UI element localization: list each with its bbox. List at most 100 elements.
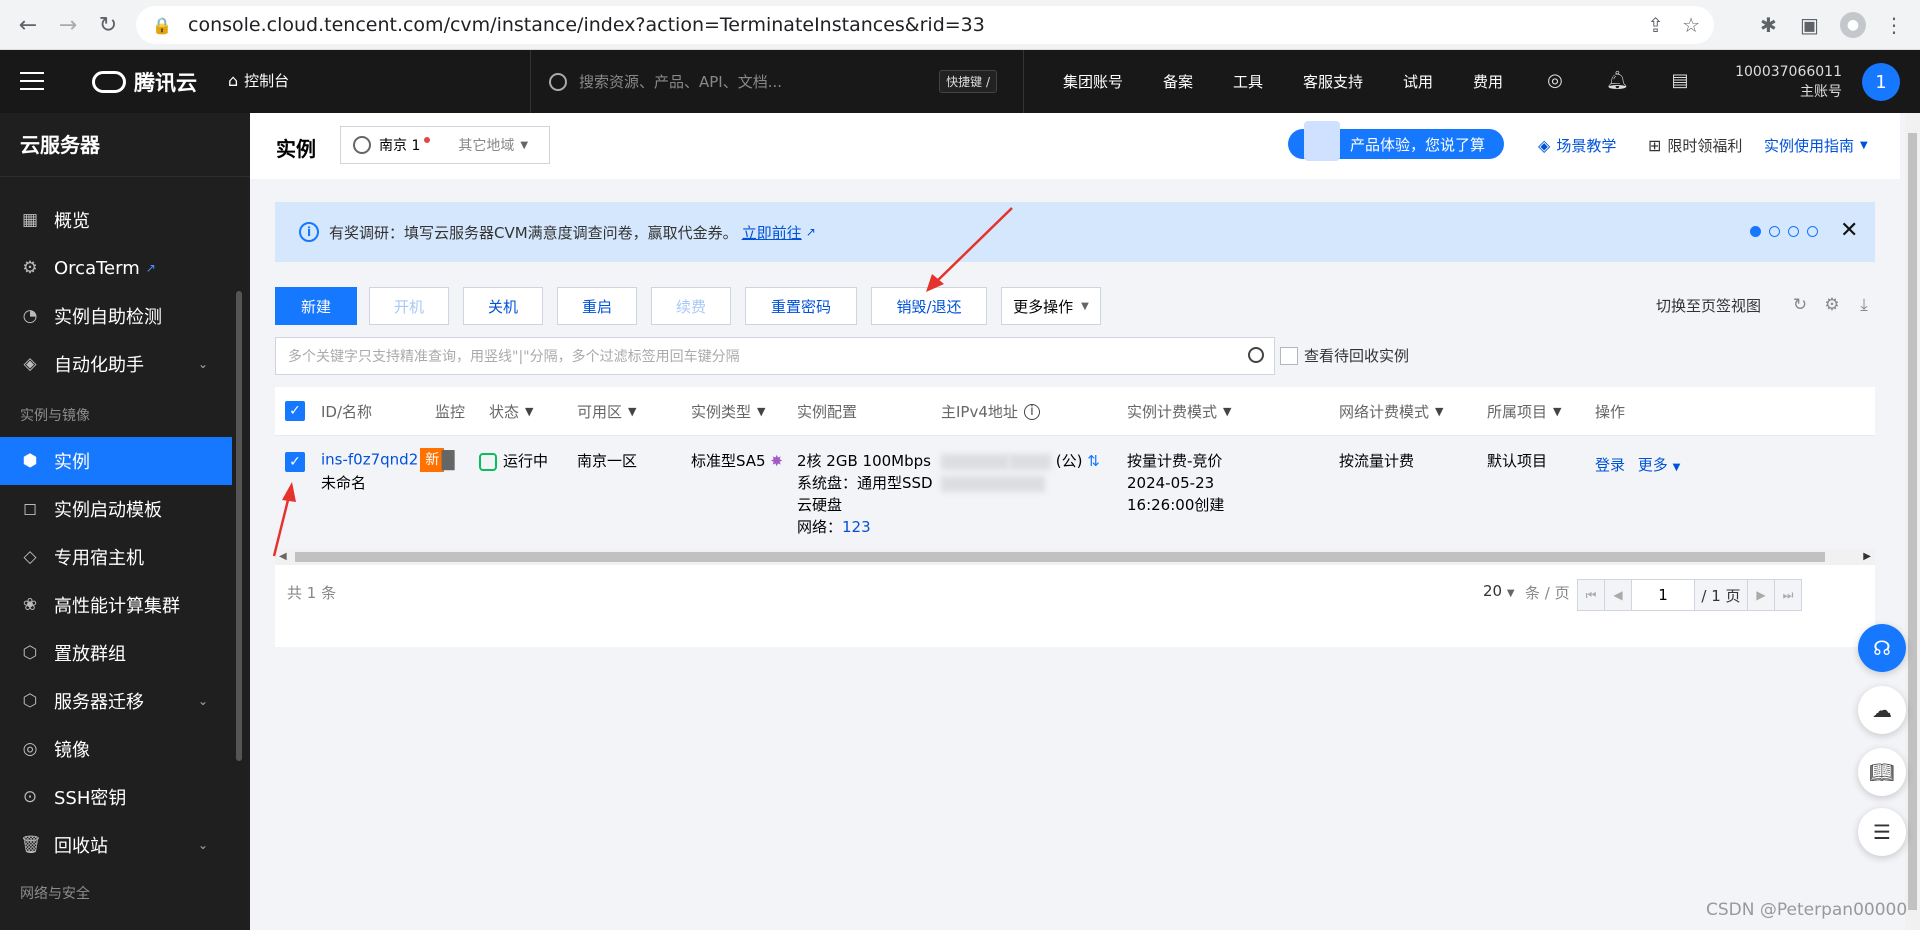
shutdown-button[interactable]: 关机 bbox=[463, 287, 543, 325]
topmenu-trial[interactable]: 试用 bbox=[1403, 50, 1433, 113]
reset-password-button[interactable]: 重置密码 bbox=[745, 287, 857, 325]
share-icon[interactable]: ⇪ bbox=[1647, 13, 1664, 37]
filter-icon[interactable]: ▼ bbox=[1435, 405, 1443, 418]
more-dropdown[interactable]: 更多 ▼ bbox=[1638, 456, 1681, 474]
next-page-icon[interactable]: ▶ bbox=[1747, 579, 1775, 611]
sidebar-item-overview[interactable]: ▦ 概览 bbox=[0, 196, 232, 244]
account-info[interactable]: 100037066011 主账号 bbox=[1718, 62, 1842, 102]
renew-button[interactable]: 续费 bbox=[651, 287, 731, 325]
topmenu-group-account[interactable]: 集团账号 bbox=[1063, 50, 1123, 113]
scroll-right-icon[interactable]: ▶ bbox=[1863, 551, 1871, 562]
column-zone[interactable]: 可用区 ▼ bbox=[577, 401, 636, 422]
sidebar-item-migration[interactable]: ⬡ 服务器迁移 ⌄ bbox=[0, 677, 232, 725]
page-scrollbar-thumb[interactable] bbox=[1908, 133, 1917, 910]
last-page-icon[interactable]: ⏭ bbox=[1774, 579, 1802, 611]
row-checkbox[interactable]: ✓ bbox=[285, 452, 305, 472]
filter-icon[interactable]: ▼ bbox=[1223, 405, 1231, 418]
extensions-icon[interactable]: ✱ bbox=[1760, 0, 1777, 50]
instance-id-link[interactable]: ins-f0z7qnd2 bbox=[321, 451, 418, 469]
page-size-select[interactable]: 20 ▼ bbox=[1483, 582, 1515, 600]
hamburger-menu-icon[interactable] bbox=[20, 72, 44, 90]
network-link[interactable]: 123 bbox=[842, 518, 871, 536]
sidebar-item-recycle-bin[interactable]: 🗑︎ 回收站 ⌄ bbox=[0, 821, 232, 869]
login-link[interactable]: 登录 bbox=[1595, 456, 1625, 474]
topmenu-tools[interactable]: 工具 bbox=[1233, 50, 1263, 113]
column-type[interactable]: 实例类型 ▼ bbox=[691, 401, 765, 422]
refresh-icon[interactable]: ↻ bbox=[1790, 295, 1810, 315]
topmenu-support[interactable]: 客服支持 bbox=[1303, 50, 1363, 113]
sidebar-item-automation[interactable]: ◈ 自动化助手 ⌄ bbox=[0, 340, 232, 388]
customer-service-icon[interactable]: ☊ bbox=[1858, 624, 1906, 672]
notice-link[interactable]: 立即前往 bbox=[742, 222, 802, 243]
carousel-dot[interactable] bbox=[1788, 226, 1799, 237]
show-recycle-checkbox[interactable]: 查看待回收实例 bbox=[1280, 345, 1409, 366]
first-page-icon[interactable]: ⏮ bbox=[1577, 579, 1605, 611]
monitor-chart-icon[interactable]: ▐▌ bbox=[435, 450, 461, 472]
console-link[interactable]: ⌂ 控制台 bbox=[228, 70, 289, 91]
column-net-billing[interactable]: 网络计费模式 ▼ bbox=[1339, 401, 1443, 422]
search-icon[interactable] bbox=[1248, 347, 1264, 363]
column-billing[interactable]: 实例计费模式 ▼ bbox=[1127, 401, 1231, 422]
table-scrollbar-thumb[interactable] bbox=[295, 552, 1825, 562]
table-horizontal-scrollbar[interactable]: ◀ ▶ bbox=[275, 549, 1875, 565]
topmenu-billing[interactable]: 费用 bbox=[1473, 50, 1503, 113]
carousel-dot[interactable] bbox=[1750, 226, 1761, 237]
carousel-dot[interactable] bbox=[1769, 226, 1780, 237]
sidebar-item-dedicated-host[interactable]: ◇ 专用宿主机 bbox=[0, 533, 232, 581]
start-button[interactable]: 开机 bbox=[369, 287, 449, 325]
cart-icon[interactable]: ▤ bbox=[1669, 70, 1691, 92]
instance-search-input[interactable]: 多个关键字只支持精准查询，用竖线"|"分隔，多个过滤标签用回车键分隔 bbox=[275, 337, 1275, 375]
reload-icon[interactable]: ↻ bbox=[88, 5, 128, 45]
back-icon[interactable]: ← bbox=[8, 5, 48, 45]
usage-guide-dropdown[interactable]: 实例使用指南 ▼ bbox=[1764, 135, 1868, 156]
address-bar[interactable]: 🔒 console.cloud.tencent.com/cvm/instance… bbox=[136, 6, 1714, 44]
close-icon[interactable]: ✕ bbox=[1840, 218, 1858, 243]
carousel-dot[interactable] bbox=[1807, 226, 1818, 237]
docs-book-icon[interactable]: 📖︎ bbox=[1858, 748, 1906, 796]
region-selector[interactable]: 南京 1 其它地域 ▼ bbox=[340, 126, 550, 164]
column-status[interactable]: 状态 ▼ bbox=[489, 401, 533, 422]
profile-icon[interactable]: ● bbox=[1840, 12, 1866, 38]
assistant-icon[interactable]: ◎ bbox=[1544, 70, 1566, 92]
switch-tab-view[interactable]: 切换至页签视图 bbox=[1656, 295, 1761, 316]
global-search-input[interactable]: 搜索资源、产品、API、文档... 快捷键 / bbox=[530, 50, 1024, 113]
sidebar-item-placement-group[interactable]: ⬡ 置放群组 bbox=[0, 629, 232, 677]
column-project[interactable]: 所属项目 ▼ bbox=[1487, 401, 1561, 422]
filter-icon[interactable]: ▼ bbox=[525, 405, 533, 418]
settings-gear-icon[interactable]: ⚙ bbox=[1822, 295, 1842, 315]
download-icon[interactable]: ⤓ bbox=[1854, 295, 1874, 315]
filter-icon[interactable]: ▼ bbox=[628, 405, 636, 418]
sidebar-item-launch-template[interactable]: ◻ 实例启动模板 bbox=[0, 485, 232, 533]
sidebar-item-instances[interactable]: ⬢ 实例 bbox=[0, 437, 232, 485]
page-scrollbar[interactable] bbox=[1905, 113, 1920, 930]
sidebar-scrollbar[interactable] bbox=[236, 291, 242, 761]
sidebar-item-hpc-cluster[interactable]: ❀ 高性能计算集群 bbox=[0, 581, 232, 629]
cloud-assistant-icon[interactable]: ☁ bbox=[1858, 686, 1906, 734]
prev-page-icon[interactable]: ◀ bbox=[1604, 579, 1632, 611]
sidebar-item-self-check[interactable]: ◔ 实例自助检测 bbox=[0, 292, 232, 340]
sidebar-item-image[interactable]: ◎ 镜像 bbox=[0, 725, 232, 773]
topmenu-filing[interactable]: 备案 bbox=[1163, 50, 1193, 113]
tencent-cloud-logo[interactable]: 腾讯云 bbox=[92, 67, 197, 97]
filter-icon[interactable]: ▼ bbox=[757, 405, 765, 418]
feedback-button[interactable]: 产品体验，您说了算 bbox=[1288, 121, 1504, 161]
scene-tutorial-link[interactable]: ◈ 场景教学 bbox=[1538, 135, 1616, 156]
create-button[interactable]: 新建 bbox=[275, 287, 357, 325]
limited-benefit-link[interactable]: ⊞ 限时领福利 bbox=[1648, 135, 1742, 156]
bell-icon[interactable]: 🔔︎ bbox=[1606, 70, 1629, 92]
select-all-checkbox[interactable]: ✓ bbox=[285, 401, 305, 421]
forward-icon[interactable]: → bbox=[48, 5, 88, 45]
info-icon[interactable]: i bbox=[1023, 403, 1040, 420]
bookmark-star-icon[interactable]: ☆ bbox=[1682, 13, 1700, 37]
restart-button[interactable]: 重启 bbox=[557, 287, 637, 325]
list-menu-icon[interactable]: ☰ bbox=[1858, 808, 1906, 856]
sidebar-item-orcaterm[interactable]: ⚙ OrcaTerm ↗ bbox=[0, 244, 232, 292]
menu-kebab-icon[interactable]: ⋮ bbox=[1884, 0, 1904, 50]
avatar[interactable]: 1 bbox=[1862, 63, 1900, 101]
sidepanel-icon[interactable]: ▣ bbox=[1800, 0, 1819, 50]
carousel-dots[interactable] bbox=[1750, 226, 1818, 237]
checkbox-icon[interactable] bbox=[1280, 346, 1298, 365]
page-number-input[interactable]: 1 bbox=[1631, 579, 1695, 611]
copy-icon[interactable]: ⇅ bbox=[1087, 452, 1100, 470]
filter-icon[interactable]: ▼ bbox=[1553, 405, 1561, 418]
